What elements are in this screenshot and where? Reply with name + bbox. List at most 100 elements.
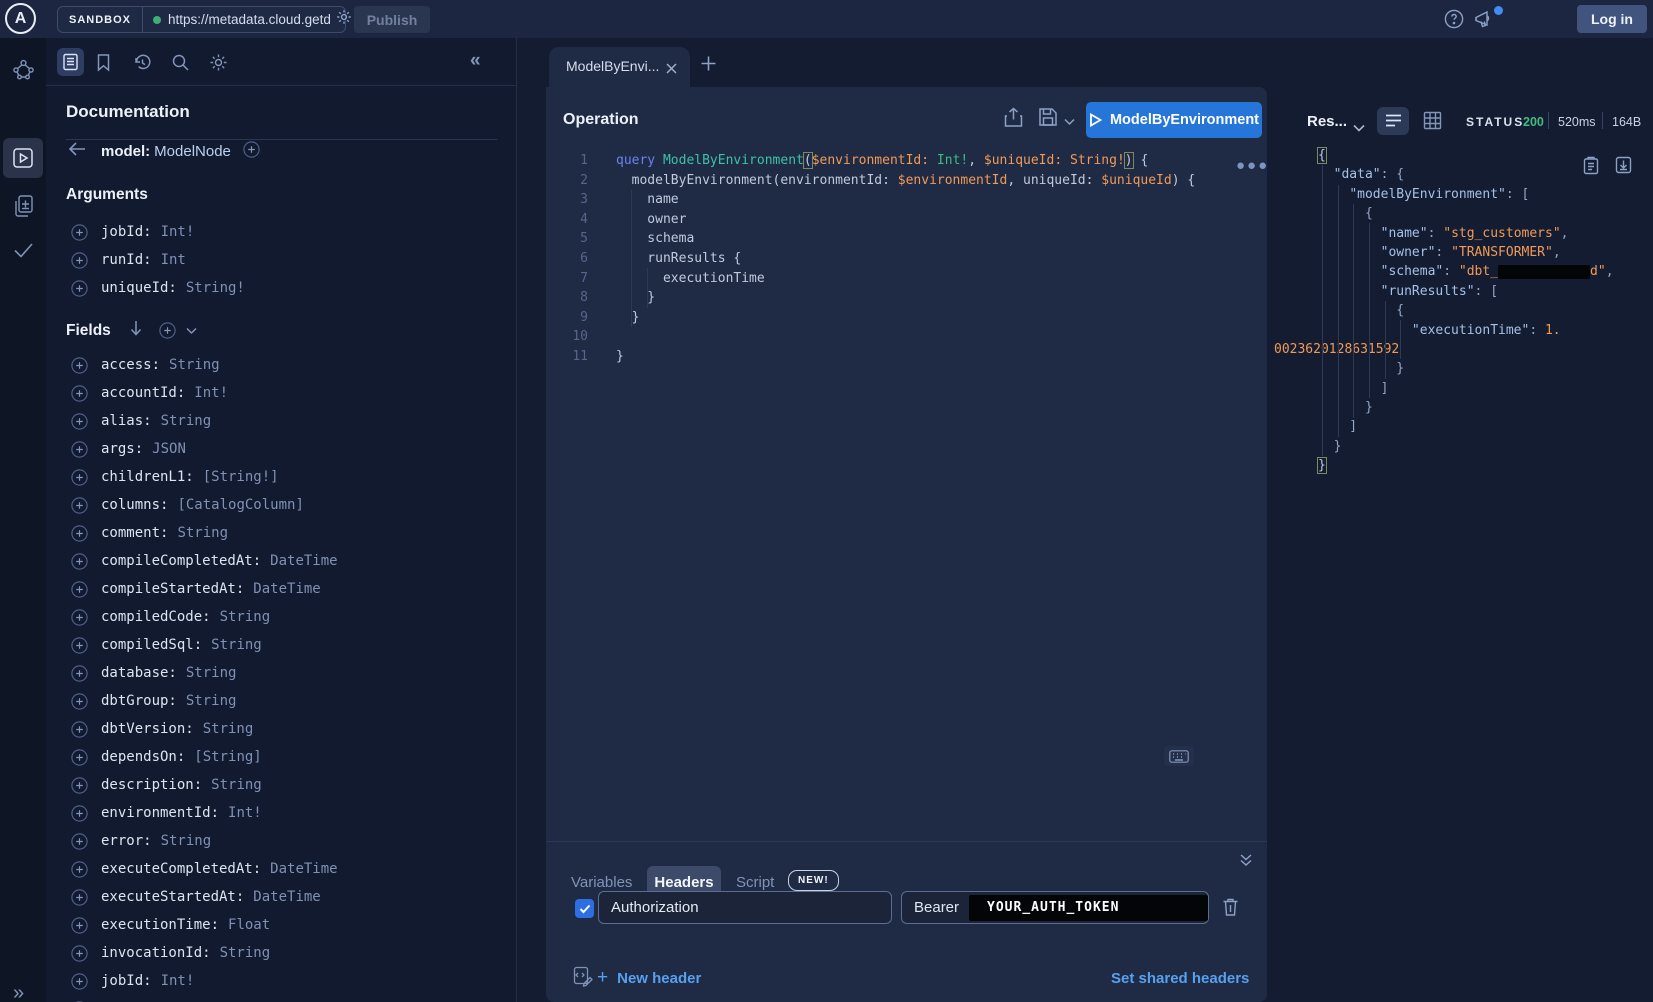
doc-field-row[interactable]: dbtGroup:String [46, 687, 516, 715]
fields-options-chevron-icon[interactable] [186, 322, 197, 340]
doc-field-row[interactable]: jobId:Int! [46, 218, 516, 246]
doc-field-row[interactable]: compiledCode:String [46, 603, 516, 631]
auth-token-value[interactable]: YOUR_AUTH_TOKEN [969, 895, 1208, 921]
doc-field-row[interactable]: dbtVersion:String [46, 715, 516, 743]
doc-field-row[interactable]: uniqueId:String! [46, 274, 516, 302]
field-type[interactable]: String [211, 637, 262, 653]
response-view-table-icon[interactable] [1423, 111, 1442, 135]
run-operation-button[interactable]: ModelByEnvironment [1086, 102, 1262, 138]
response-panel-title[interactable]: Res... [1307, 113, 1347, 130]
code-line[interactable]: 10 [546, 327, 1267, 347]
field-type[interactable]: DateTime [253, 889, 320, 905]
add-field-icon[interactable] [71, 581, 88, 598]
tab-script[interactable]: Script [736, 874, 774, 891]
code-line[interactable]: 6 runResults { [546, 249, 1267, 269]
doc-field-row[interactable]: access:String [46, 351, 516, 379]
field-type[interactable]: Int! [228, 805, 262, 821]
add-field-icon[interactable] [243, 145, 260, 162]
keyboard-shortcuts-icon[interactable] [1164, 746, 1194, 766]
field-type[interactable]: Int! [161, 224, 195, 240]
field-type[interactable]: String [220, 609, 271, 625]
doc-field-row[interactable]: dependsOn:[String] [46, 743, 516, 771]
sort-descending-icon[interactable] [129, 320, 143, 341]
checks-icon[interactable] [12, 240, 35, 265]
field-type[interactable]: DateTime [270, 861, 337, 877]
add-field-icon[interactable] [71, 525, 88, 542]
new-tab-icon[interactable] [700, 55, 717, 77]
field-type[interactable]: [String] [194, 749, 261, 765]
field-type[interactable]: String! [186, 280, 245, 296]
doc-back-arrow-icon[interactable] [68, 142, 86, 161]
add-field-icon[interactable] [71, 917, 88, 934]
delete-header-icon[interactable] [1222, 897, 1239, 922]
field-type[interactable]: String [186, 693, 237, 709]
schema-graph-icon[interactable] [12, 58, 35, 86]
code-line[interactable]: 9 } [546, 308, 1267, 328]
doc-field-row[interactable]: description:String [46, 771, 516, 799]
header-key-input[interactable] [598, 891, 892, 924]
response-view-raw-active[interactable] [1377, 107, 1409, 135]
login-button[interactable]: Log in [1577, 5, 1647, 33]
new-header-button[interactable]: + New header [597, 967, 701, 989]
field-type[interactable]: String [169, 357, 220, 373]
collapse-docs-icon[interactable]: « [470, 50, 481, 72]
field-type[interactable]: String [211, 777, 262, 793]
field-type[interactable]: [CatalogColumn] [177, 497, 303, 513]
close-tab-icon[interactable] [666, 61, 677, 79]
add-field-icon[interactable] [71, 224, 88, 241]
code-line[interactable]: 8 } [546, 288, 1267, 308]
add-field-icon[interactable] [71, 693, 88, 710]
changelog-icon[interactable] [12, 193, 36, 224]
doc-field-row-partial[interactable] [46, 995, 516, 1002]
doc-field-row[interactable]: childrenL1:[String!] [46, 463, 516, 491]
add-all-fields-button[interactable] [159, 322, 176, 339]
doc-field-row[interactable]: compileStartedAt:DateTime [46, 575, 516, 603]
field-type[interactable]: String [161, 833, 212, 849]
field-type[interactable]: String [220, 945, 271, 961]
add-field-icon[interactable] [71, 777, 88, 794]
field-type[interactable]: Int! [161, 973, 195, 989]
field-type[interactable]: DateTime [253, 581, 320, 597]
settings-gear-icon[interactable] [209, 53, 228, 77]
field-type[interactable]: String [186, 665, 237, 681]
response-dropdown-chevron-icon[interactable] [1353, 119, 1365, 137]
search-icon[interactable] [171, 53, 190, 77]
doc-type-value[interactable]: ModelNode [154, 143, 231, 160]
add-field-icon[interactable] [71, 413, 88, 430]
header-value-field[interactable]: Bearer YOUR_AUTH_TOKEN [901, 891, 1209, 924]
bookmarks-icon[interactable] [95, 53, 112, 77]
doc-field-row[interactable]: accountId:Int! [46, 379, 516, 407]
doc-field-row[interactable]: comment:String [46, 519, 516, 547]
doc-field-row[interactable]: alias:String [46, 407, 516, 435]
add-type-button[interactable] [243, 141, 260, 158]
add-field-icon[interactable] [71, 441, 88, 458]
code-line[interactable]: 11} [546, 347, 1267, 367]
add-field-icon[interactable] [71, 469, 88, 486]
add-field-icon[interactable] [71, 609, 88, 626]
add-field-icon[interactable] [71, 861, 88, 878]
add-field-icon[interactable] [71, 749, 88, 766]
doc-field-row[interactable]: compiledSql:String [46, 631, 516, 659]
field-type[interactable]: Float [228, 917, 270, 933]
add-field-icon[interactable] [71, 945, 88, 962]
code-line[interactable]: 4 owner [546, 210, 1267, 230]
add-field-icon[interactable] [159, 326, 176, 343]
doc-field-row[interactable]: columns:[CatalogColumn] [46, 491, 516, 519]
doc-field-row[interactable]: invocationId:String [46, 939, 516, 967]
add-field-icon[interactable] [71, 637, 88, 654]
doc-field-row[interactable]: executeCompletedAt:DateTime [46, 855, 516, 883]
code-line[interactable]: 7 executionTime [546, 269, 1267, 289]
doc-field-row[interactable]: executeStartedAt:DateTime [46, 883, 516, 911]
doc-field-row[interactable]: executionTime:Float [46, 911, 516, 939]
save-operation-icon[interactable] [1038, 107, 1058, 132]
operation-tab[interactable]: ModelByEnvi... [549, 47, 690, 87]
field-type[interactable]: Int! [194, 385, 228, 401]
code-line[interactable]: 1query ModelByEnvironment($environmentId… [546, 151, 1267, 171]
add-field-icon[interactable] [71, 973, 88, 990]
publish-button[interactable]: Publish [354, 6, 430, 33]
history-icon[interactable] [133, 53, 152, 77]
add-field-icon[interactable] [71, 833, 88, 850]
share-operation-icon[interactable] [1004, 107, 1023, 133]
field-type[interactable]: [String!] [203, 469, 279, 485]
add-field-icon[interactable] [71, 665, 88, 682]
